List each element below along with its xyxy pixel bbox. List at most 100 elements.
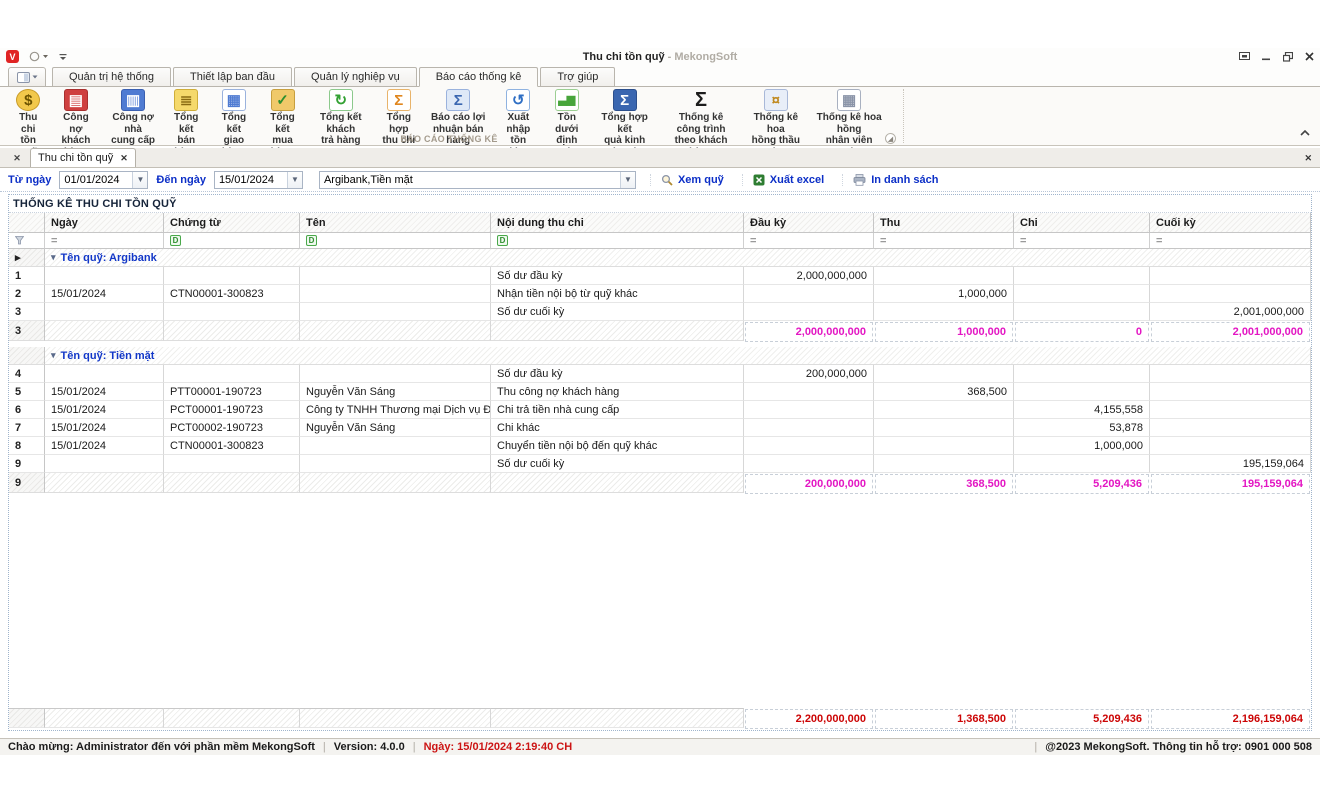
cell-thu[interactable]: [874, 455, 1014, 473]
cell-dau-ky[interactable]: 200,000,000: [744, 365, 874, 383]
ribbon-tab-1[interactable]: Thiết lập ban đầu: [173, 67, 292, 87]
table-row[interactable]: 3 Số dư cuối kỳ 2,001,000,000: [9, 303, 1311, 321]
cell-ten[interactable]: Nguyễn Văn Sáng: [300, 419, 491, 437]
cell-cuoi-ky[interactable]: [1150, 437, 1311, 455]
close-tab-icon[interactable]: ✕: [120, 153, 128, 164]
column-header-thu[interactable]: Thu: [874, 213, 1014, 233]
cell-cuoi-ky[interactable]: [1150, 401, 1311, 419]
to-date-field[interactable]: ▼: [214, 171, 303, 189]
group-row[interactable]: ▸ ▾Tên quỹ: Argibank: [9, 249, 1311, 267]
cell-chung-tu[interactable]: [164, 365, 300, 383]
cell-noi-dung[interactable]: Chuyển tiền nội bộ đến quỹ khác: [491, 437, 744, 455]
cell-chung-tu[interactable]: [164, 303, 300, 321]
cell-chi[interactable]: [1014, 383, 1150, 401]
cell-ngay[interactable]: [45, 365, 164, 383]
filter-cell[interactable]: D: [300, 233, 491, 249]
cell-dau-ky[interactable]: [744, 419, 874, 437]
cell-ten[interactable]: [300, 455, 491, 473]
cell-cuoi-ky[interactable]: [1150, 419, 1311, 437]
cell-thu[interactable]: 368,500: [874, 383, 1014, 401]
cell-dau-ky[interactable]: [744, 401, 874, 419]
ribbon-tab-0[interactable]: Quản trị hệ thống: [52, 67, 171, 87]
filter-cell[interactable]: =: [1014, 233, 1150, 249]
filter-cell[interactable]: D: [164, 233, 300, 249]
cell-noi-dung[interactable]: Số dư đầu kỳ: [491, 267, 744, 285]
cell-dau-ky[interactable]: [744, 437, 874, 455]
ribbon-application-button[interactable]: [8, 67, 46, 87]
tab-thu-chi-ton-quy[interactable]: Thu chi tồn quỹ ✕: [30, 148, 136, 167]
ribbon-tab-3[interactable]: Báo cáo thống kê: [419, 67, 539, 87]
cell-noi-dung[interactable]: Nhận tiền nội bộ từ quỹ khác: [491, 285, 744, 303]
cell-noi-dung[interactable]: Chi trả tiền nhà cung cấp: [491, 401, 744, 419]
table-row[interactable]: 7 15/01/2024 PCT00002-190723 Nguyễn Văn …: [9, 419, 1311, 437]
cell-cuoi-ky[interactable]: [1150, 383, 1311, 401]
cell-noi-dung[interactable]: Số dư cuối kỳ: [491, 455, 744, 473]
column-header-noi-dung[interactable]: Nội dung thu chi: [491, 213, 744, 233]
cell-chung-tu[interactable]: PCT00002-190723: [164, 419, 300, 437]
from-date-input[interactable]: [60, 172, 132, 188]
cell-ngay[interactable]: [45, 267, 164, 285]
to-date-input[interactable]: [215, 172, 287, 188]
cell-dau-ky[interactable]: [744, 303, 874, 321]
column-header-dau-ky[interactable]: Đầu kỳ: [744, 213, 874, 233]
cell-thu[interactable]: 1,000,000: [874, 285, 1014, 303]
cell-ngay[interactable]: [45, 303, 164, 321]
cell-chung-tu[interactable]: [164, 267, 300, 285]
table-row[interactable]: 9 Số dư cuối kỳ 195,159,064: [9, 455, 1311, 473]
fund-select-field[interactable]: ▼: [319, 171, 636, 189]
cell-chi[interactable]: 53,878: [1014, 419, 1150, 437]
cell-ngay[interactable]: 15/01/2024: [45, 383, 164, 401]
cell-cuoi-ky[interactable]: [1150, 365, 1311, 383]
fullscreen-button[interactable]: [1239, 52, 1250, 61]
cell-chi[interactable]: [1014, 285, 1150, 303]
cell-noi-dung[interactable]: Số dư đầu kỳ: [491, 365, 744, 383]
filter-cell[interactable]: =: [45, 233, 164, 249]
cell-cuoi-ky[interactable]: [1150, 267, 1311, 285]
cell-ngay[interactable]: 15/01/2024: [45, 285, 164, 303]
table-row[interactable]: 5 15/01/2024 PTT00001-190723 Nguyễn Văn …: [9, 383, 1311, 401]
cell-chung-tu[interactable]: PTT00001-190723: [164, 383, 300, 401]
cell-thu[interactable]: [874, 303, 1014, 321]
cell-noi-dung[interactable]: Chi khác: [491, 419, 744, 437]
filter-cell[interactable]: =: [744, 233, 874, 249]
table-row[interactable]: 6 15/01/2024 PCT00001-190723 Công ty TNH…: [9, 401, 1311, 419]
cell-ten[interactable]: [300, 285, 491, 303]
cell-cuoi-ky[interactable]: 195,159,064: [1150, 455, 1311, 473]
customize-quick-access-button[interactable]: [59, 53, 67, 61]
cell-chi[interactable]: [1014, 267, 1150, 285]
cell-ngay[interactable]: [45, 455, 164, 473]
filter-cell[interactable]: =: [874, 233, 1014, 249]
cell-thu[interactable]: [874, 437, 1014, 455]
restore-button[interactable]: [1283, 52, 1293, 62]
cell-ten[interactable]: [300, 365, 491, 383]
group-row[interactable]: ▾Tên quỹ: Tiền mặt: [9, 347, 1311, 365]
close-document-button[interactable]: ✕: [1304, 153, 1312, 164]
cell-ten[interactable]: [300, 267, 491, 285]
cell-chi[interactable]: 1,000,000: [1014, 437, 1150, 455]
ribbon-tab-4[interactable]: Trợ giúp: [540, 67, 615, 87]
export-excel-button[interactable]: Xuất excel: [742, 174, 834, 186]
cell-ngay[interactable]: 15/01/2024: [45, 437, 164, 455]
cell-chung-tu[interactable]: CTN00001-300823: [164, 437, 300, 455]
collapse-triangle-icon[interactable]: ▾: [51, 252, 56, 263]
collapse-triangle-icon[interactable]: ▾: [51, 350, 56, 361]
quick-access-circle-button[interactable]: [29, 51, 49, 62]
cell-cuoi-ky[interactable]: [1150, 285, 1311, 303]
cell-thu[interactable]: [874, 365, 1014, 383]
cell-dau-ky[interactable]: [744, 285, 874, 303]
cell-chung-tu[interactable]: CTN00001-300823: [164, 285, 300, 303]
cell-dau-ky[interactable]: 2,000,000,000: [744, 267, 874, 285]
ribbon-tab-2[interactable]: Quản lý nghiệp vụ: [294, 67, 417, 87]
chevron-down-icon[interactable]: ▼: [620, 172, 635, 188]
table-row[interactable]: 2 15/01/2024 CTN00001-300823 Nhận tiền n…: [9, 285, 1311, 303]
cell-chi[interactable]: [1014, 365, 1150, 383]
cell-cuoi-ky[interactable]: 2,001,000,000: [1150, 303, 1311, 321]
cell-chung-tu[interactable]: PCT00001-190723: [164, 401, 300, 419]
fund-select-input[interactable]: [320, 172, 620, 188]
cell-chi[interactable]: 4,155,558: [1014, 401, 1150, 419]
table-row[interactable]: 4 Số dư đầu kỳ 200,000,000: [9, 365, 1311, 383]
chevron-down-icon[interactable]: ▼: [287, 172, 302, 188]
chevron-down-icon[interactable]: ▼: [132, 172, 147, 188]
cell-thu[interactable]: [874, 419, 1014, 437]
column-header-chung-tu[interactable]: Chứng từ: [164, 213, 300, 233]
